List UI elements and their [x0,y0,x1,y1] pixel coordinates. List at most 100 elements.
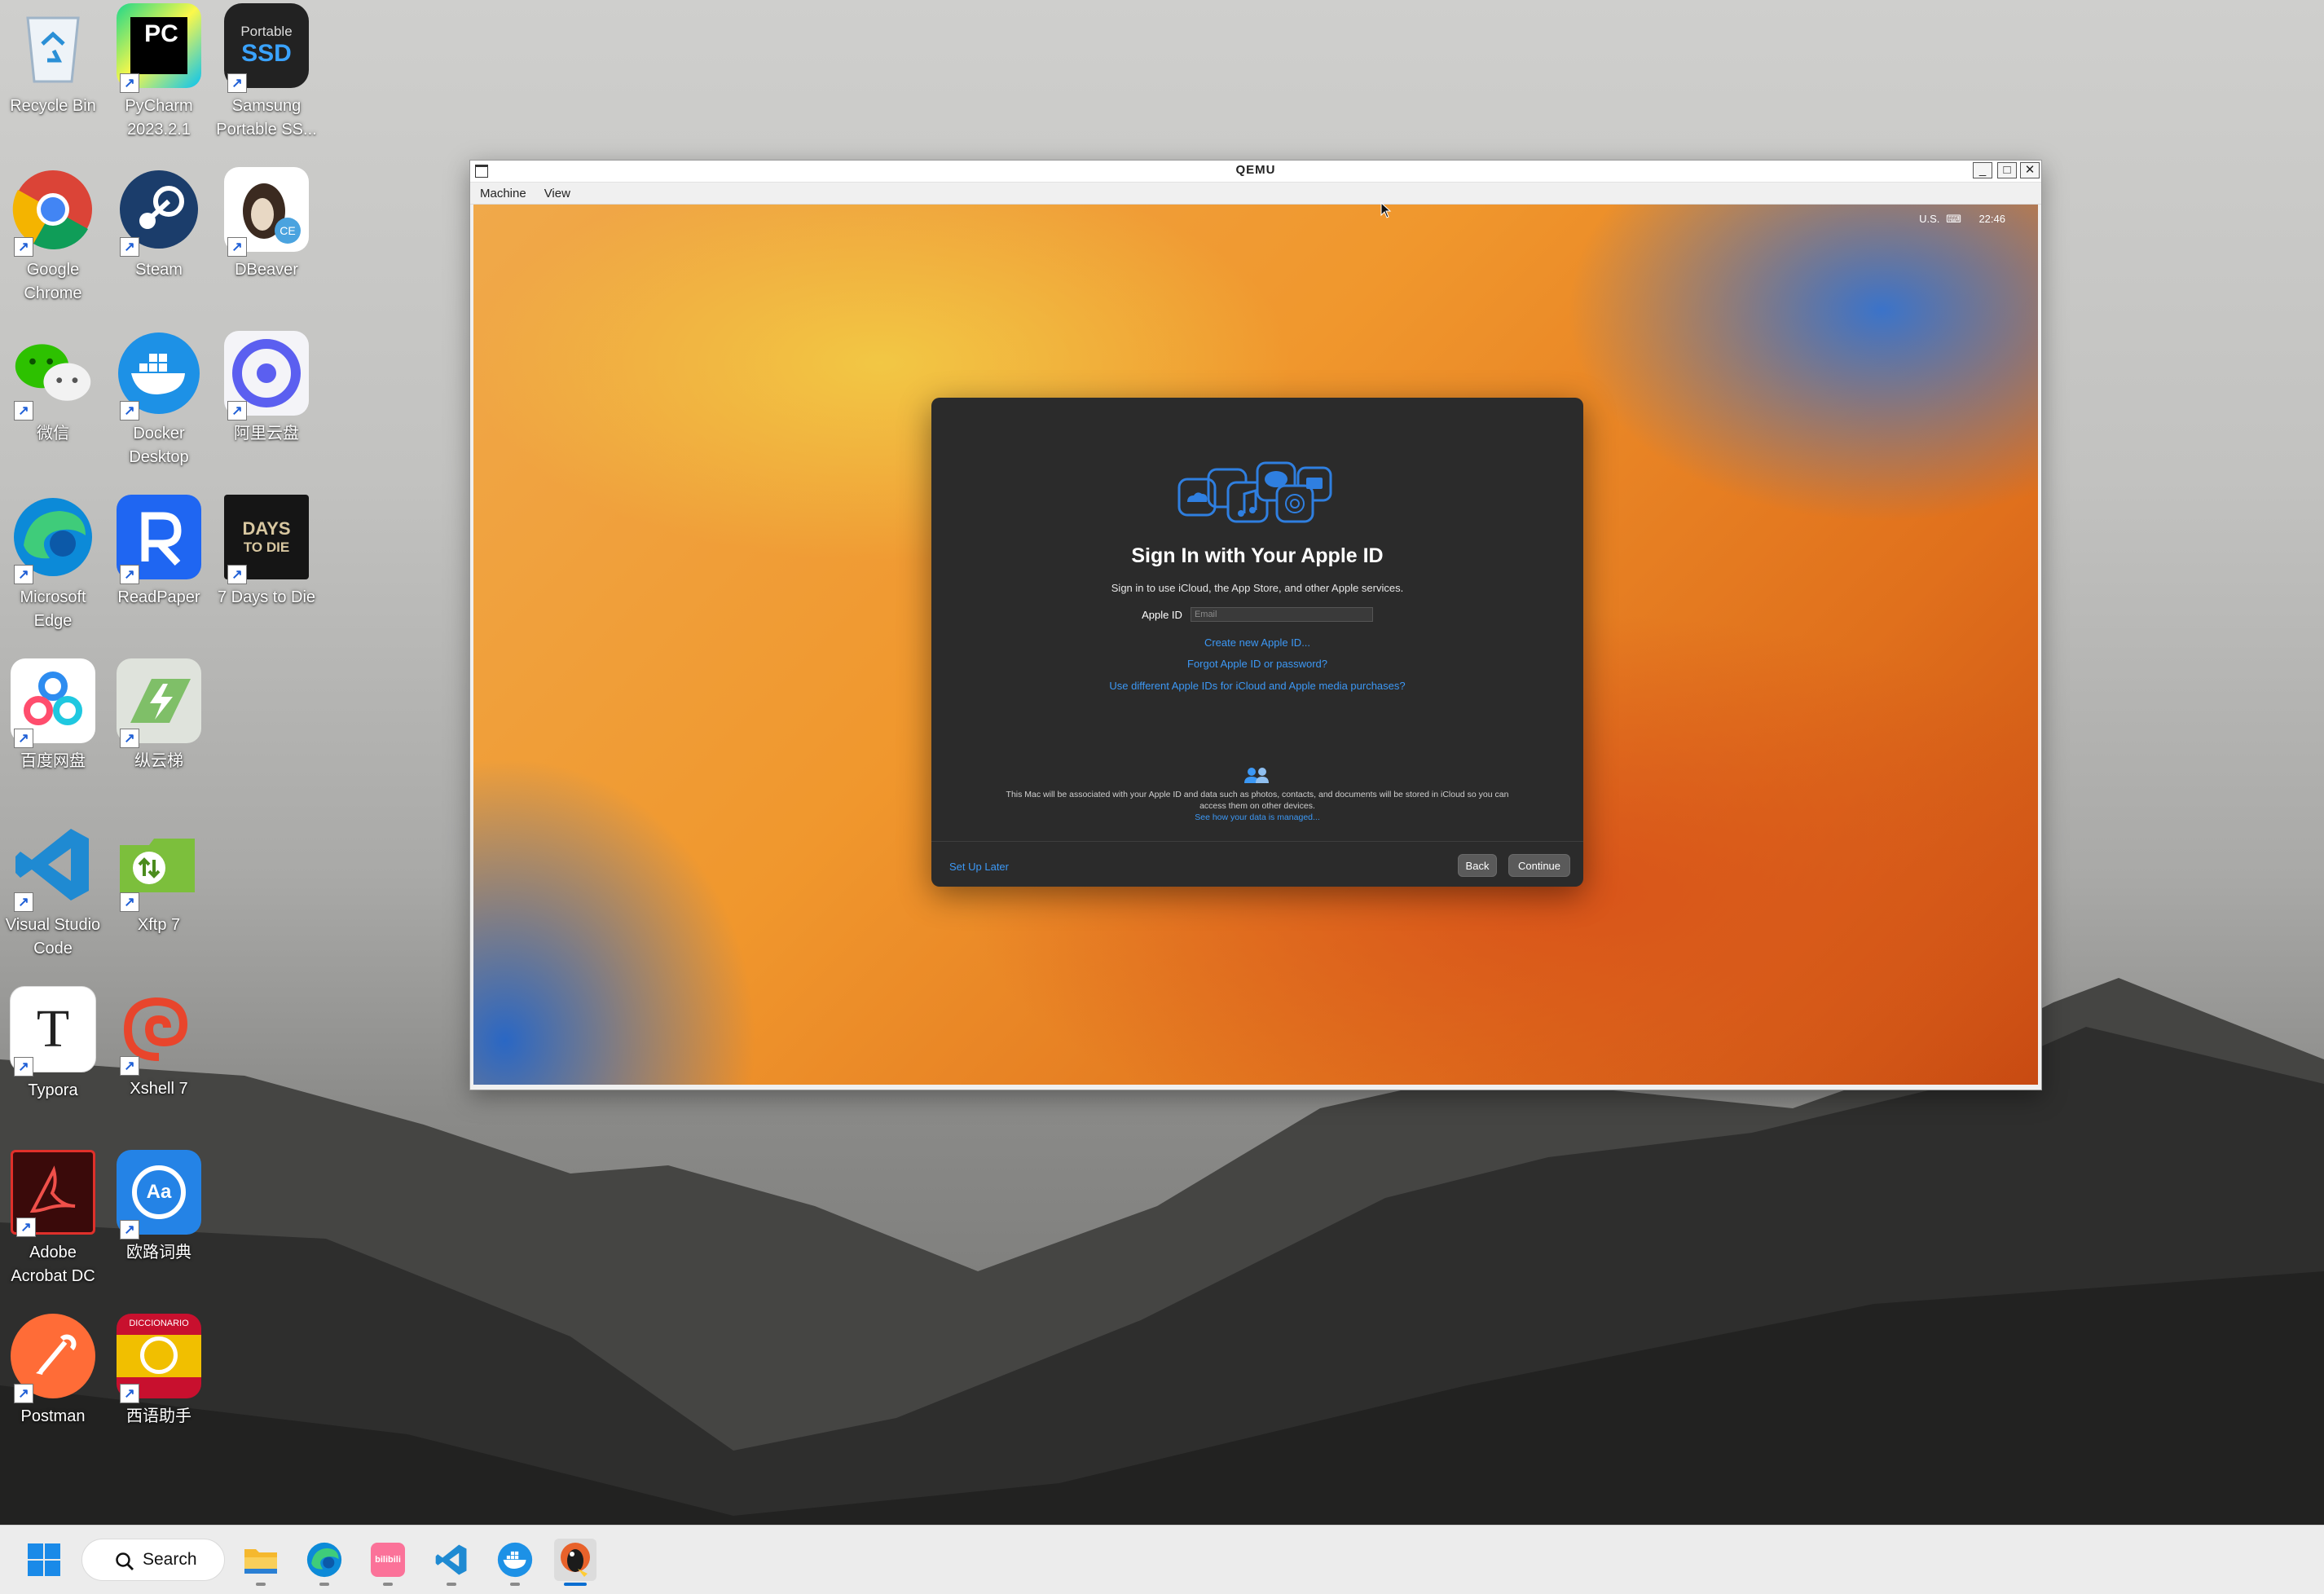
icon-label: Typora [28,1081,78,1099]
different-apple-ids-link[interactable]: Use different Apple IDs for iCloud and A… [931,680,1583,692]
taskbar-qemu[interactable] [554,1539,596,1586]
samsung-icon-text-main: SSD [241,40,292,67]
icon-label: PyCharm 2023.2.1 [125,97,193,139]
desktop-icon-dbeaver[interactable]: CE ↗ DBeaver [213,167,319,282]
eudic-icon-text: Aa [132,1165,186,1219]
qemu-menubar: Machine View [470,183,2041,205]
icon-label: 西语助手 [126,1407,191,1425]
icon-label: Steam [135,261,183,279]
icon-label: Samsung Portable SS... [216,97,317,139]
desktop-icon-docker[interactable]: ↗ Docker Desktop [106,331,212,469]
typora-icon-text: T [36,999,70,1059]
people-privacy-icon [1244,768,1269,783]
shortcut-arrow-icon: ↗ [227,237,247,257]
shortcut-arrow-icon: ↗ [120,73,139,93]
icon-label: DBeaver [235,261,298,279]
desktop-icon-chrome[interactable]: ↗ Google Chrome [0,167,106,306]
desktop-icon-steam[interactable]: ↗ Steam [106,167,212,282]
running-indicator [319,1583,329,1586]
signin-title: Sign In with Your Apple ID [1131,544,1384,567]
menu-machine[interactable]: Machine [480,187,526,200]
spanish-assistant-icon: DICCIONARIO ↗ [117,1314,201,1403]
docker-icon: ↗ [117,331,201,421]
shortcut-arrow-icon: ↗ [120,1220,139,1240]
qemu-titlebar[interactable]: QEMU _ □ ✕ [470,161,2041,183]
desktop-icon-pycharm[interactable]: PC ↗ PyCharm 2023.2.1 [106,3,212,142]
desktop-icon-readpaper[interactable]: ↗ ReadPaper [106,495,212,610]
maximize-button[interactable]: □ [1997,162,2017,178]
search-icon [116,1552,134,1570]
desktop-icon-postman[interactable]: ↗ Postman [0,1314,106,1429]
desktop-icon-eudic[interactable]: Aa ↗ 欧路词典 [106,1150,212,1265]
readpaper-icon: ↗ [117,495,201,584]
taskbar-file-explorer[interactable] [240,1539,282,1586]
edge-icon: ↗ [11,495,95,584]
windows-start-icon[interactable] [28,1543,60,1576]
apple-services-icon [1177,461,1332,523]
desktop-icon-7-days-to-die[interactable]: DAYS TO DIE ↗ 7 Days to Die [213,495,319,610]
seven-days-text-2: TO DIE [243,539,290,555]
aliyun-drive-icon: ↗ [224,331,309,421]
desktop-icon-vscode[interactable]: ↗ Visual Studio Code [0,822,106,961]
file-explorer-icon [244,1549,277,1574]
samsung-icon-text-top: Portable [240,24,293,39]
shortcut-arrow-icon: ↗ [14,237,33,257]
set-up-later-button[interactable]: Set Up Later [949,861,1009,873]
recycle-bin-icon [11,3,95,88]
mouse-cursor-icon [1380,202,1392,218]
desktop-icon-typora[interactable]: T ↗ Typora [0,986,106,1103]
close-button[interactable]: ✕ [2020,162,2040,178]
keyboard-input-indicator[interactable]: U.S. [1919,213,1939,225]
wechat-icon: ↗ [11,331,95,421]
desktop-icon-wechat[interactable]: ↗ 微信 [0,331,106,446]
bilibili-icon: bilibili [371,1543,405,1577]
desktop-icon-baidu-netdisk[interactable]: ↗ 百度网盘 [0,658,106,773]
qemu-icon [561,1543,590,1577]
pycharm-icon-text: PC [130,17,187,74]
search-label: Search [143,1550,197,1569]
typora-icon: T ↗ [10,986,96,1077]
desktop-icon-zongyunti[interactable]: ↗ 纵云梯 [106,658,212,773]
apple-id-signin-panel: Sign In with Your Apple ID Sign in to us… [931,398,1583,887]
desktop-icon-samsung-ssd[interactable]: Portable SSD ↗ Samsung Portable SS... [213,3,319,142]
back-button[interactable]: Back [1458,854,1497,877]
desktop-icon-recycle-bin[interactable]: Recycle Bin [0,3,106,118]
qemu-window[interactable]: QEMU _ □ ✕ Machine View U.S. ⌨ 22:46 Sig… [469,160,2042,1090]
forgot-apple-id-link[interactable]: Forgot Apple ID or password? [931,658,1583,670]
spanish-icon-text: DICCIONARIO [129,1319,189,1328]
taskbar-search[interactable]: Search [81,1539,225,1581]
icon-label: 阿里云盘 [234,425,299,443]
continue-button[interactable]: Continue [1508,854,1570,877]
desktop-icon-spanish-assistant[interactable]: DICCIONARIO ↗ 西语助手 [106,1314,212,1429]
icon-label: Adobe Acrobat DC [11,1244,95,1285]
icon-label: Recycle Bin [10,97,96,115]
icon-label: 微信 [37,425,69,443]
create-apple-id-link[interactable]: Create new Apple ID... [931,636,1583,649]
vscode-icon [435,1544,467,1575]
taskbar-docker[interactable] [494,1539,536,1586]
icon-label: Microsoft Edge [20,588,86,630]
menu-view[interactable]: View [544,187,570,200]
clock: 22:46 [1978,213,2005,225]
taskbar-edge[interactable] [303,1539,346,1586]
privacy-footnote: This Mac will be associated with your Ap… [1005,789,1510,823]
guest-screen[interactable]: U.S. ⌨ 22:46 Sign In with Your Apple ID … [473,205,2038,1085]
shortcut-arrow-icon: ↗ [120,892,139,912]
shortcut-arrow-icon: ↗ [120,729,139,748]
apple-id-email-input[interactable] [1190,607,1373,622]
minimize-button[interactable]: _ [1973,162,1992,178]
keyboard-icon: ⌨ [1946,213,1961,225]
xftp-icon: ↗ [117,822,201,912]
icon-label: 7 Days to Die [217,588,316,606]
taskbar-vscode[interactable] [430,1539,473,1586]
taskbar: Search bilibili [0,1525,2324,1594]
running-indicator [510,1583,520,1586]
desktop-icon-acrobat[interactable]: ↗ Adobe Acrobat DC [0,1150,106,1288]
icon-label: Xftp 7 [137,916,181,934]
desktop-icon-edge[interactable]: ↗ Microsoft Edge [0,495,106,633]
taskbar-bilibili[interactable]: bilibili [367,1539,409,1586]
see-data-managed-link[interactable]: See how your data is managed... [1005,812,1510,823]
desktop-icon-xshell[interactable]: ↗ Xshell 7 [106,986,212,1101]
desktop-icon-xftp[interactable]: ↗ Xftp 7 [106,822,212,937]
desktop-icon-aliyun-drive[interactable]: ↗ 阿里云盘 [213,331,319,446]
